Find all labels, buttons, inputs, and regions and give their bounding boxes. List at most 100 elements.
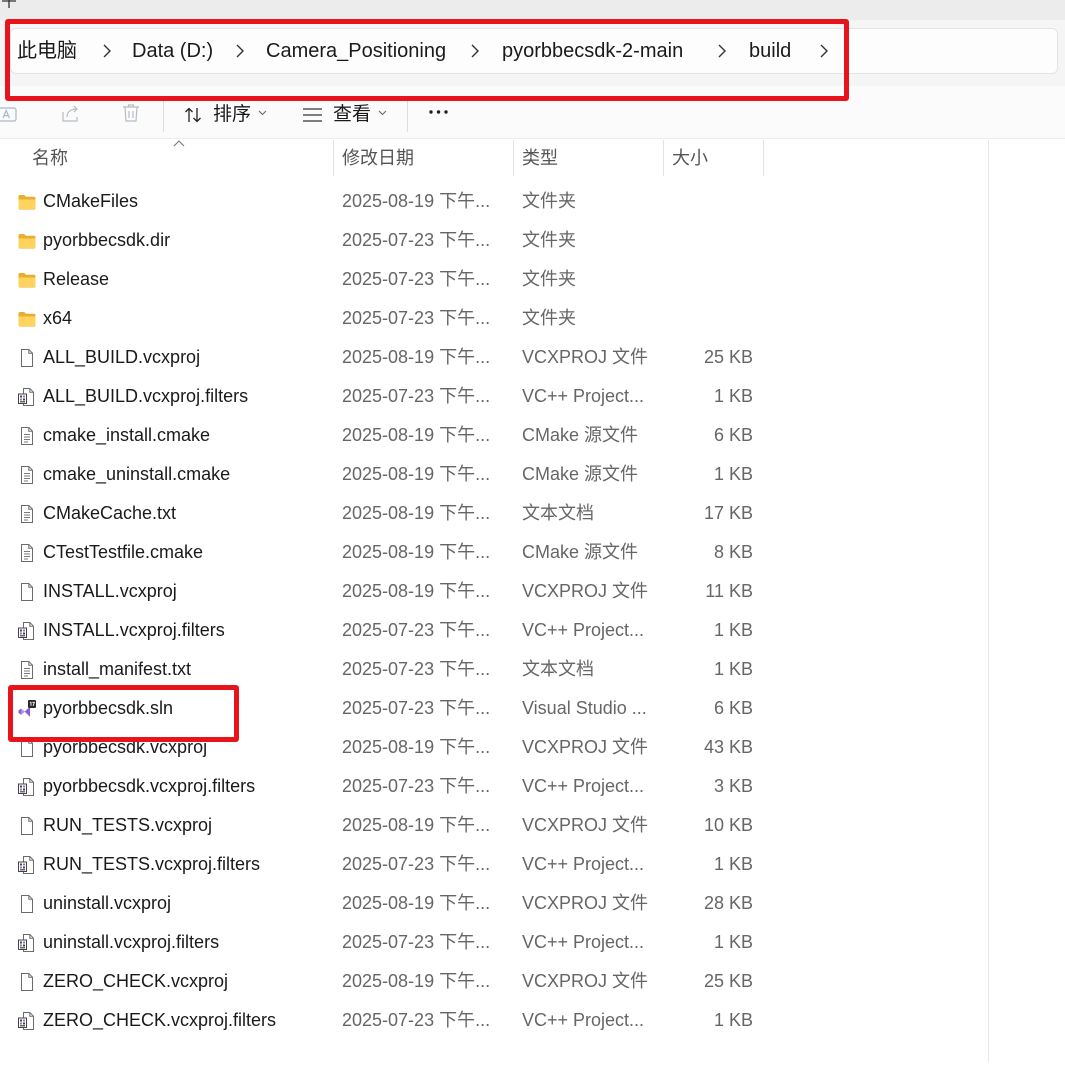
file-row[interactable]: CMakeFiles 2025-08-19 下午... 文件夹 — [0, 182, 988, 221]
column-header-name[interactable]: 名称 — [32, 140, 68, 176]
file-row[interactable]: INSTALL.vcxproj.filters 2025-07-23 下午...… — [0, 611, 988, 650]
text-file-icon — [17, 426, 37, 446]
column-resize-handle[interactable] — [763, 140, 764, 176]
file-size: 1 KB — [713, 1010, 753, 1030]
file-modified: 2025-07-23 下午... — [342, 269, 491, 289]
file-row[interactable]: ALL_BUILD.vcxproj.filters 2025-07-23 下午.… — [0, 377, 988, 416]
file-size: 43 KB — [703, 737, 753, 757]
share-icon[interactable] — [59, 102, 83, 126]
file-name: ALL_BUILD.vcxproj.filters — [43, 386, 249, 406]
file-row[interactable]: pyorbbecsdk.dir 2025-07-23 下午... 文件夹 — [0, 221, 988, 260]
chevron-up-icon — [173, 140, 185, 147]
file-modified: 2025-07-23 下午... — [342, 1010, 491, 1030]
file-row[interactable]: INSTALL.vcxproj 2025-08-19 下午... VCXPROJ… — [0, 572, 988, 611]
file-row[interactable]: RUN_TESTS.vcxproj.filters 2025-07-23 下午.… — [0, 845, 988, 884]
file-name: uninstall.vcxproj — [43, 893, 172, 913]
file-size: 28 KB — [703, 893, 753, 913]
column-header: 名称 修改日期 类型 大小 — [0, 140, 988, 176]
file-type: VCXPROJ 文件 — [522, 971, 649, 991]
vcxproj-filters-icon — [17, 1011, 37, 1031]
file-type: VC++ Project... — [522, 854, 645, 874]
details-pane-border — [988, 140, 989, 1062]
file-name: RUN_TESTS.vcxproj — [43, 815, 213, 835]
column-resize-handle[interactable] — [333, 140, 334, 176]
file-row[interactable]: pyorbbecsdk.vcxproj.filters 2025-07-23 下… — [0, 767, 988, 806]
chevron-down-icon[interactable] — [378, 110, 387, 116]
file-size: 1 KB — [713, 932, 753, 952]
file-row[interactable]: CTestTestfile.cmake 2025-08-19 下午... CMa… — [0, 533, 988, 572]
blank-file-icon — [17, 348, 37, 368]
file-modified: 2025-08-19 下午... — [342, 581, 491, 601]
file-size: 1 KB — [713, 854, 753, 874]
file-modified: 2025-07-23 下午... — [342, 308, 491, 328]
file-size: 1 KB — [713, 659, 753, 679]
file-type: VCXPROJ 文件 — [522, 581, 649, 601]
toolbar-divider — [163, 98, 164, 132]
file-size: 1 KB — [713, 386, 753, 406]
view-button[interactable]: 查看 — [333, 103, 371, 127]
toolbar-bottom-border — [0, 138, 1065, 139]
file-modified: 2025-07-23 下午... — [342, 854, 491, 874]
file-type: 文本文档 — [522, 503, 594, 523]
file-modified: 2025-08-19 下午... — [342, 971, 491, 991]
file-row[interactable]: RUN_TESTS.vcxproj 2025-08-19 下午... VCXPR… — [0, 806, 988, 845]
delete-icon[interactable] — [119, 101, 143, 125]
file-modified: 2025-08-19 下午... — [342, 542, 491, 562]
file-type: 文件夹 — [522, 308, 576, 328]
more-icon[interactable] — [428, 109, 449, 115]
file-name: Release — [43, 269, 110, 289]
file-type: Visual Studio ... — [522, 698, 647, 718]
file-name: pyorbbecsdk.dir — [43, 230, 171, 250]
file-modified: 2025-07-23 下午... — [342, 932, 491, 952]
file-size: 6 KB — [713, 698, 753, 718]
file-modified: 2025-07-23 下午... — [342, 698, 491, 718]
text-file-icon — [17, 465, 37, 485]
file-modified: 2025-08-19 下午... — [342, 347, 491, 367]
sort-button[interactable]: 排序 — [213, 103, 251, 127]
file-row[interactable]: x64 2025-07-23 下午... 文件夹 — [0, 299, 988, 338]
plus-icon[interactable] — [2, 0, 16, 8]
blank-file-icon — [17, 972, 37, 992]
file-modified: 2025-08-19 下午... — [342, 893, 491, 913]
vcxproj-filters-icon — [17, 387, 37, 407]
file-name: ZERO_CHECK.vcxproj — [43, 971, 229, 991]
rename-icon[interactable] — [0, 103, 20, 127]
annotation-highlight-box — [5, 19, 849, 101]
file-name: INSTALL.vcxproj — [43, 581, 177, 601]
file-row[interactable]: ZERO_CHECK.vcxproj.filters 2025-07-23 下午… — [0, 1001, 988, 1040]
file-row[interactable]: uninstall.vcxproj 2025-08-19 下午... VCXPR… — [0, 884, 988, 923]
file-size: 8 KB — [713, 542, 753, 562]
file-type: CMake 源文件 — [522, 542, 639, 562]
file-row[interactable]: ALL_BUILD.vcxproj 2025-08-19 下午... VCXPR… — [0, 338, 988, 377]
file-row[interactable]: Release 2025-07-23 下午... 文件夹 — [0, 260, 988, 299]
file-modified: 2025-08-19 下午... — [342, 737, 491, 757]
file-row[interactable]: CMakeCache.txt 2025-08-19 下午... 文本文档 17 … — [0, 494, 988, 533]
chevron-down-icon[interactable] — [258, 110, 267, 116]
file-type: VCXPROJ 文件 — [522, 737, 649, 757]
file-row[interactable]: uninstall.vcxproj.filters 2025-07-23 下午.… — [0, 923, 988, 962]
sort-icon[interactable] — [183, 105, 203, 125]
view-icon[interactable] — [302, 106, 323, 124]
file-modified: 2025-07-23 下午... — [342, 230, 491, 250]
file-name: INSTALL.vcxproj.filters — [43, 620, 225, 640]
file-size: 11 KB — [705, 581, 753, 601]
file-type: 文件夹 — [522, 230, 576, 250]
file-modified: 2025-07-23 下午... — [342, 776, 491, 796]
file-row[interactable]: install_manifest.txt 2025-07-23 下午... 文本… — [0, 650, 988, 689]
vcxproj-filters-icon — [17, 621, 37, 641]
text-file-icon — [17, 543, 37, 563]
file-size: 10 KB — [703, 815, 753, 835]
column-header-type[interactable]: 类型 — [522, 140, 558, 176]
file-name: x64 — [43, 308, 73, 328]
file-name: cmake_uninstall.cmake — [43, 464, 231, 484]
file-modified: 2025-08-19 下午... — [342, 815, 491, 835]
column-header-size[interactable]: 大小 — [672, 140, 708, 176]
column-resize-handle[interactable] — [663, 140, 664, 176]
file-type: 文件夹 — [522, 191, 576, 211]
file-row[interactable]: ZERO_CHECK.vcxproj 2025-08-19 下午... VCXP… — [0, 962, 988, 1001]
column-header-modified[interactable]: 修改日期 — [342, 140, 414, 176]
file-row[interactable]: cmake_install.cmake 2025-08-19 下午... CMa… — [0, 416, 988, 455]
file-row[interactable]: cmake_uninstall.cmake 2025-08-19 下午... C… — [0, 455, 988, 494]
column-resize-handle[interactable] — [513, 140, 514, 176]
vcxproj-filters-icon — [17, 933, 37, 953]
